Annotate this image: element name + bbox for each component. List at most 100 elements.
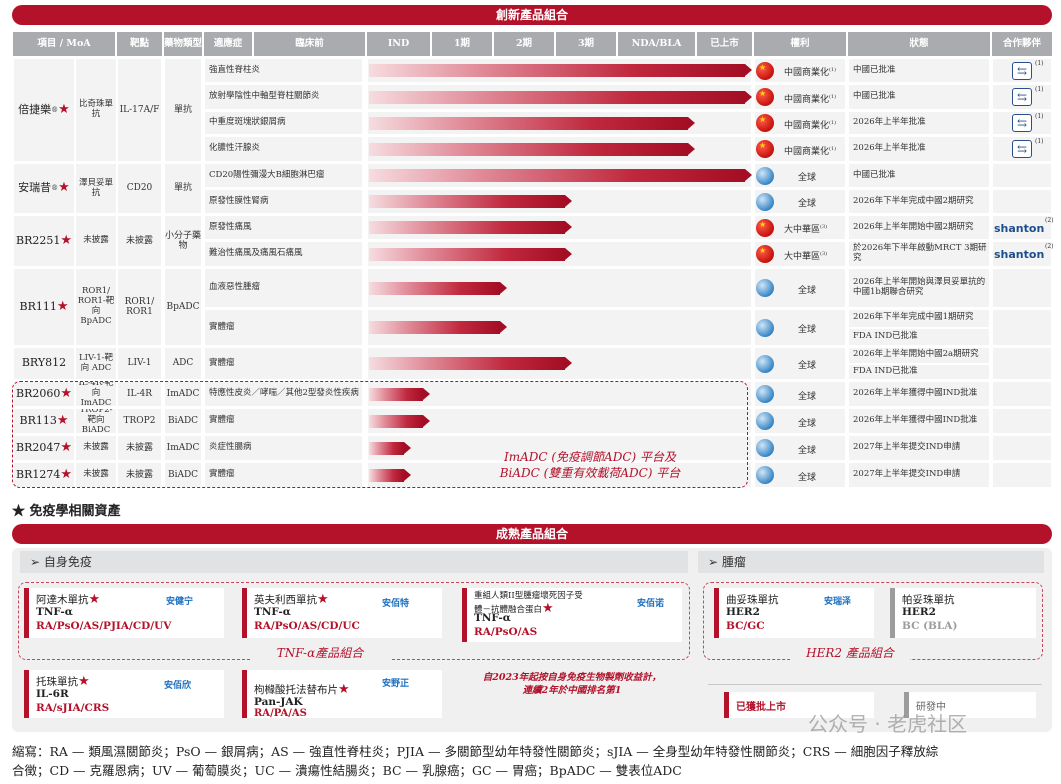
china-flag-icon <box>756 140 774 158</box>
product-type: 小分子藥物 <box>164 215 202 267</box>
header-13: 合作夥伴 <box>992 32 1052 56</box>
status: 中國已批准 <box>848 58 990 83</box>
partner-footnote: (1) <box>1035 86 1044 93</box>
indication: 血液惡性腫瘤 <box>204 268 363 308</box>
product-type: 單抗 <box>164 163 202 214</box>
product-moa: LIV-1-靶向 ADC <box>75 347 117 380</box>
rights-text: 中國商業化(1) <box>784 67 837 78</box>
product-target: ROR1/ ROR1 <box>117 268 162 346</box>
header-8: 3期 <box>556 32 616 56</box>
stage-bar <box>369 169 752 182</box>
mature-portfolio-banner: 成熟產品組合 <box>12 524 1052 544</box>
her2-caption: HER2 產品組合 <box>790 646 910 662</box>
product-target: 未披露 <box>117 215 162 267</box>
product-name: 倍捷樂 ® ★ <box>13 58 75 162</box>
partner-cell <box>992 435 1052 461</box>
rights-text: 中國商業化(1) <box>784 145 837 157</box>
china-flag-icon <box>756 218 774 237</box>
partner-footnote: (1) <box>1035 60 1044 67</box>
legend-divider <box>708 684 1042 685</box>
globe-icon <box>756 192 774 211</box>
anruize-logo: 安瑞泽 <box>824 597 852 607</box>
partner-footnote: (2) <box>1045 243 1054 250</box>
rights-text: 全球 <box>798 472 817 483</box>
indication: 難治性痛風及痛風石痛風 <box>204 241 363 267</box>
adc-platform-label: ImADC (免疫調節ADC) 平台及 BiADC (雙重有效載荷ADC) 平台 <box>440 450 740 481</box>
rights-text: 全球 <box>798 361 817 371</box>
status: 2026年上半年批准 <box>848 111 990 135</box>
partner-cell <box>992 347 1052 380</box>
globe-icon <box>756 354 774 373</box>
indication: 放射學陰性中軸型脊柱關節炎 <box>204 84 363 110</box>
anbaite-logo: 安佰特 <box>382 599 410 609</box>
partner-cell <box>992 462 1052 488</box>
stage-bar <box>369 64 752 77</box>
card-infliximab: 英夫利西單抗★ TNF-α RA/PsO/AS/CD/UC 安佰特 <box>242 588 442 638</box>
indication: CD20陽性彌漫大B細胞淋巴瘤 <box>204 163 363 188</box>
product-target: LIV-1 <box>117 347 162 380</box>
globe-icon <box>756 385 774 403</box>
product-type: 單抗 <box>164 58 202 162</box>
partner-logo-icon: ⇆ <box>1012 61 1032 80</box>
product-type: ADC <box>164 347 202 380</box>
partner-logo-icon: ⇆ <box>1012 88 1032 106</box>
globe-icon <box>756 439 774 457</box>
status: 2026年上半年獲得中國IND批准 <box>848 381 990 407</box>
status: 2026年上半年批准 <box>848 136 990 162</box>
header-6: 1期 <box>432 32 492 56</box>
header-7: 2期 <box>494 32 554 56</box>
indication: 化膿性汗腺炎 <box>204 136 363 162</box>
tnf-caption: TNF-α產品組合 <box>250 646 390 662</box>
rights-text: 中國商業化(1) <box>784 119 837 131</box>
header-1: 靶點 <box>117 32 162 56</box>
oncology-header: ➢ 腫瘤 <box>698 551 1044 573</box>
stage-bar <box>369 90 752 104</box>
rights-text: 大中華區(3) <box>784 224 828 235</box>
header-2: 藥物類型 <box>164 32 202 56</box>
stage-bar <box>369 221 572 234</box>
status: 2026年下半年完成中國2期研究 <box>848 189 990 214</box>
status: 2027年上半年提交IND申請 <box>848 462 990 488</box>
card-tofacitinib: 枸櫞酸托法替布片★ Pan-JAK RA/PA/AS 安野正 <box>242 670 442 719</box>
globe-icon <box>756 318 774 337</box>
abbreviations: 縮寫：RA — 類風濕關節炎；PsO — 銀屑病；AS — 強直性脊柱炎；PJI… <box>12 744 939 778</box>
partner-cell <box>992 408 1052 434</box>
header-5: IND <box>367 32 430 56</box>
header-9: NDA/BLA <box>618 32 695 56</box>
indication: 原發性膜性腎病 <box>204 189 363 214</box>
product-moa: 澤貝妥單抗 <box>75 163 117 214</box>
header-12: 狀態 <box>848 32 990 56</box>
immunology-note: ★ 免疫學相關資產 <box>12 504 121 519</box>
header-10: 已上市 <box>697 32 752 56</box>
indication: 原發性痛風 <box>204 215 363 240</box>
card-pertuzumab: 帕妥珠單抗 HER2 BC (BLA) <box>890 588 1036 638</box>
status: 中國已批准 <box>848 163 990 188</box>
product-type: BpADC <box>164 268 202 346</box>
partner-footnote: (2) <box>1045 217 1054 224</box>
stage-bar <box>369 142 695 156</box>
partner-footnote: (1) <box>1035 138 1044 145</box>
platform-line-1: ImADC (免疫調節ADC) 平台及 <box>503 450 677 464</box>
rights-text: 全球 <box>798 173 817 183</box>
card-trastuzumab: 曲妥珠單抗 HER2 BC/GC 安瑞泽 <box>714 588 874 638</box>
product-name: BR111 ★ <box>13 268 75 346</box>
partner-cell <box>992 309 1052 346</box>
status-secondary: FDA IND已批准 <box>848 327 990 346</box>
product-name: 安瑞昔 ® ★ <box>13 163 75 214</box>
product-name: BRY812 <box>13 347 75 380</box>
product-target: IL-17A/F <box>117 58 162 162</box>
globe-icon <box>756 466 774 484</box>
shanton-logo: shanton <box>994 221 1045 235</box>
rights-text: 大中華區(3) <box>784 250 828 262</box>
partner-logo-icon: ⇆ <box>1012 140 1032 158</box>
partner-cell <box>992 163 1052 188</box>
watermark: 公众号 · 老虎社区 <box>808 712 968 736</box>
stage-bar <box>369 116 695 130</box>
anbaixin-logo: 安佰欣 <box>164 681 192 691</box>
china-flag-icon <box>756 245 774 263</box>
stage-bar <box>369 357 572 370</box>
anbainuo-logo: 安佰诺 <box>637 599 665 609</box>
indication: 中重度斑塊狀銀屑病 <box>204 111 363 135</box>
stage-bar <box>369 321 507 334</box>
status: 2026年下半年完成中國1期研究 <box>848 309 990 328</box>
